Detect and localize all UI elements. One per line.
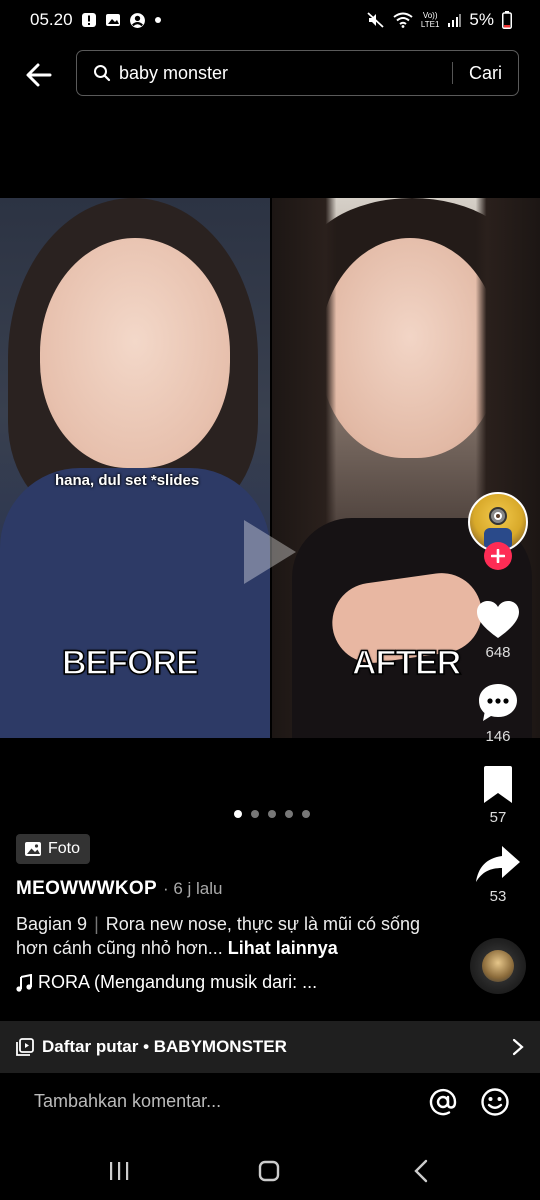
search-divider (451, 62, 453, 84)
pager-dot-4[interactable] (285, 810, 293, 818)
like-count: 648 (485, 644, 511, 661)
search-input[interactable]: baby monster (119, 63, 452, 84)
emoji-button[interactable] (480, 1087, 510, 1117)
comment-bar: Tambahkan komentar... (0, 1073, 540, 1133)
plus-icon (491, 549, 505, 563)
see-more-link[interactable]: Lihat lainnya (228, 938, 338, 958)
emoji-icon (481, 1088, 509, 1116)
battery-icon (502, 11, 512, 29)
photo-icon (25, 842, 41, 856)
post-time: · 6 j lalu (162, 879, 223, 898)
author-name[interactable]: MEOWWWKOP (16, 878, 157, 900)
label-before: BEFORE (61, 643, 199, 683)
music-title: RORA (Mengandung musik dari: ... (38, 972, 318, 992)
music-disc[interactable] (470, 938, 526, 994)
comment-bubble-icon (479, 684, 517, 721)
author-line: MEOWWWKOP · 6 j lalu (16, 878, 222, 900)
pager-dot-3[interactable] (268, 810, 276, 818)
photo-pager[interactable] (234, 810, 310, 818)
pager-dot-2[interactable] (251, 810, 259, 818)
post-description[interactable]: Bagian 9 | Rora new nose, thực sự là mũi… (16, 912, 446, 960)
search-header: baby monster Cari (0, 48, 540, 100)
post-type-badge: Foto (16, 834, 91, 864)
volte-label: Vo)) (422, 11, 438, 20)
post-photo[interactable]: hana, dul set *slides BEFORE AFTER (0, 198, 540, 738)
back-nav-button[interactable] (406, 1156, 436, 1186)
pager-dot-1[interactable] (234, 810, 242, 818)
status-time: 05.20 (30, 10, 73, 29)
at-icon (429, 1088, 457, 1116)
system-nav-bar (0, 1140, 540, 1200)
status-right: Vo)) LTE1 5% (367, 10, 512, 30)
play-icon[interactable] (244, 520, 296, 584)
mention-button[interactable] (428, 1087, 458, 1117)
image-caption: hana, dul set *slides (55, 472, 200, 489)
notification-dot-icon (154, 16, 162, 24)
comment-button[interactable]: 146 (468, 682, 528, 745)
back-button[interactable] (22, 58, 56, 92)
account-icon (129, 12, 146, 29)
search-submit-button[interactable]: Cari (469, 63, 502, 84)
save-count: 57 (489, 809, 507, 826)
recent-apps-icon (110, 1162, 129, 1180)
like-button[interactable]: 648 (468, 600, 528, 661)
description-separator: | (94, 914, 99, 934)
playlist-label: Daftar putar • BABYMONSTER (42, 1037, 287, 1056)
battery-percent: 5% (469, 10, 494, 29)
status-bar: 05.20 Vo)) LTE1 5% (0, 0, 540, 40)
recent-apps-button[interactable] (104, 1156, 134, 1186)
share-count: 53 (489, 888, 507, 905)
search-icon (93, 64, 111, 82)
gallery-icon (105, 12, 121, 28)
share-button[interactable]: 53 (468, 844, 528, 905)
music-info[interactable]: RORA (Mengandung musik dari: ... (16, 972, 317, 993)
comment-input[interactable]: Tambahkan komentar... (34, 1091, 221, 1112)
chevron-left-icon (414, 1159, 428, 1183)
bookmark-icon (484, 766, 512, 803)
playlist-icon (16, 1038, 34, 1056)
comment-count: 146 (485, 728, 511, 745)
chevron-right-icon (512, 1038, 524, 1056)
mute-icon (367, 12, 385, 28)
status-left: 05.20 (30, 10, 162, 30)
home-icon (258, 1160, 280, 1182)
playlist-bar[interactable]: Daftar putar • BABYMONSTER (0, 1021, 540, 1073)
lte-label: LTE1 (420, 20, 440, 29)
share-arrow-icon (476, 846, 520, 882)
label-after: AFTER (351, 643, 462, 683)
music-note-icon (16, 973, 32, 992)
music-cover (482, 950, 514, 982)
heart-icon (477, 601, 519, 638)
wifi-icon (393, 12, 413, 28)
back-arrow-icon (26, 63, 52, 87)
search-box[interactable]: baby monster Cari (76, 50, 519, 96)
post-type-label: Foto (48, 840, 81, 857)
follow-button[interactable] (484, 542, 512, 570)
volte-indicator: Vo)) LTE1 (421, 11, 440, 29)
save-button[interactable]: 57 (468, 765, 528, 826)
alert-icon (81, 12, 97, 28)
pager-dot-5[interactable] (302, 810, 310, 818)
home-button[interactable] (254, 1156, 284, 1186)
signal-icon (447, 13, 462, 27)
description-part: Bagian 9 (16, 914, 88, 934)
